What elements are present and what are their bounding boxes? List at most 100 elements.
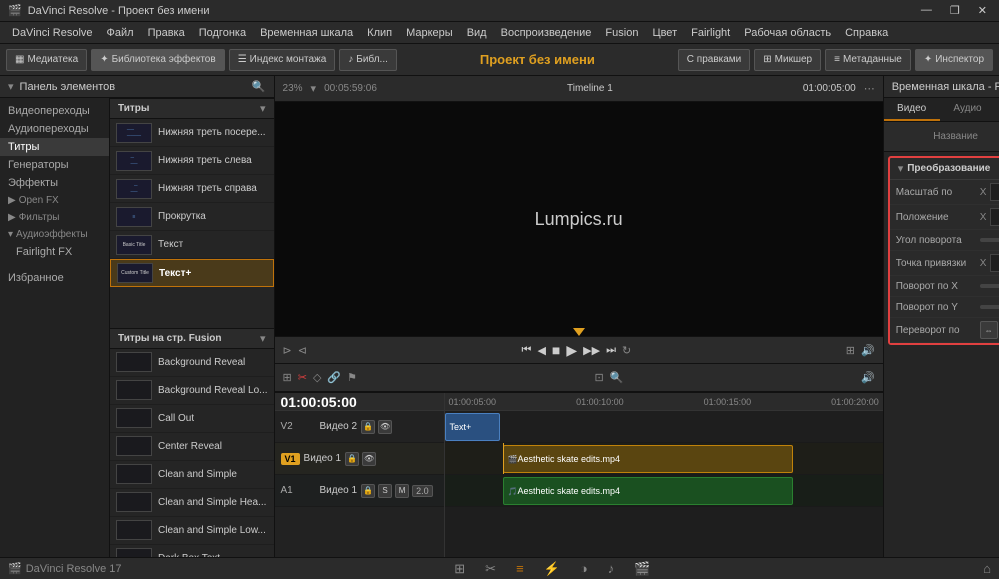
skip-start-icon[interactable]: ⏮: [522, 344, 532, 357]
pitch-slider[interactable]: [980, 284, 999, 288]
subtab-name[interactable]: Название: [890, 126, 999, 147]
fusion-item-centerreveal[interactable]: Center Reveal: [110, 433, 274, 461]
title-item-lower3right[interactable]: ─── Нижняя треть справа: [110, 175, 274, 203]
collapse-icon2[interactable]: ▾: [260, 332, 266, 345]
clip-icon[interactable]: ⊞: [846, 344, 855, 357]
tree-item-filters[interactable]: ▶ Фильтры: [0, 209, 109, 226]
track-visibility-icon[interactable]: 👁: [378, 420, 392, 434]
fusion-item-bgreveal[interactable]: Background Reveal: [110, 349, 274, 377]
fusion-item-clean[interactable]: Clean and Simple: [110, 461, 274, 489]
title-item-scroll[interactable]: ≡ Прокрутка: [110, 203, 274, 231]
clip-textplus[interactable]: Text+: [445, 413, 500, 441]
fusion-item-callout[interactable]: Call Out: [110, 405, 274, 433]
scale-x-input[interactable]: [990, 183, 999, 201]
mixer-button[interactable]: ⊞ Микшер: [754, 49, 821, 71]
rotation-slider[interactable]: [980, 238, 999, 242]
menu-playback[interactable]: Воспроизведение: [495, 25, 598, 41]
bibl-button[interactable]: ♪ Библ...: [339, 49, 397, 71]
link-icon[interactable]: 🔗: [327, 371, 341, 384]
tree-item-effects[interactable]: Эффекты: [0, 174, 109, 192]
minimize-button[interactable]: —: [917, 4, 936, 17]
anchor-x-input[interactable]: [990, 254, 999, 272]
menu-fairlight[interactable]: Fairlight: [685, 25, 736, 41]
more-icon[interactable]: ⋯: [864, 82, 875, 95]
cut-tool-icon[interactable]: ✂: [298, 371, 307, 384]
window-controls[interactable]: — ❐ ✕: [917, 4, 991, 17]
stop-icon[interactable]: ■: [552, 342, 560, 358]
menu-fit[interactable]: Подгонка: [193, 25, 252, 41]
tab-effects[interactable]: Эффекты: [995, 98, 999, 121]
track-a1-s-icon[interactable]: S: [378, 484, 392, 498]
track-a1-lock-icon[interactable]: 🔒: [361, 484, 375, 498]
transform-header[interactable]: ▾ Преобразование ◇ ◆: [890, 158, 999, 180]
track-a1-m-icon[interactable]: M: [395, 484, 409, 498]
tree-item-generators[interactable]: Генераторы: [0, 156, 109, 174]
audio-icon[interactable]: 🔊: [861, 344, 875, 357]
menu-edit[interactable]: Правка: [142, 25, 191, 41]
skip-end-icon[interactable]: ⏭: [606, 344, 616, 357]
title-item-lower3left[interactable]: ─── Нижняя треть слева: [110, 147, 274, 175]
clip-video[interactable]: 🎬 Aesthetic skate edits.mp4: [503, 445, 793, 473]
menu-markers[interactable]: Маркеры: [400, 25, 459, 41]
fairlight-nav-icon[interactable]: ♪: [608, 561, 615, 577]
prev-frame-icon[interactable]: ◀: [537, 344, 545, 357]
menu-file[interactable]: Файл: [101, 25, 140, 41]
corrections-button[interactable]: С правками: [678, 49, 750, 71]
fusion-item-clean-hea[interactable]: Clean and Simple Hea...: [110, 489, 274, 517]
fusion-nav-icon[interactable]: ⚡: [544, 561, 560, 577]
tree-item-titles[interactable]: Титры: [0, 138, 109, 156]
menu-clip[interactable]: Клип: [361, 25, 398, 41]
flag-icon[interactable]: ⚑: [347, 371, 357, 384]
tree-item-audio-transitions[interactable]: Аудиопереходы: [0, 120, 109, 138]
title-item-textplus[interactable]: Custom Title Текст+: [110, 259, 274, 287]
inspector-button[interactable]: ✦ Инспектор: [915, 49, 993, 71]
zoom-in-icon[interactable]: 🔍: [610, 371, 624, 384]
volume-icon[interactable]: 🔊: [861, 371, 875, 384]
yaw-slider[interactable]: [980, 305, 999, 309]
tree-item-favorites[interactable]: Избранное: [0, 269, 109, 287]
track-v1-eye-icon[interactable]: 👁: [362, 452, 376, 466]
track-lock-icon[interactable]: 🔒: [361, 420, 375, 434]
close-button[interactable]: ✕: [974, 4, 991, 17]
flip-h-icon[interactable]: ⇔: [980, 321, 998, 339]
cut-nav-icon[interactable]: ✂: [485, 561, 496, 577]
media-nav-icon[interactable]: ⊞: [454, 561, 465, 577]
position-x-input[interactable]: [990, 208, 999, 226]
collapse-icon[interactable]: ▾: [260, 102, 266, 115]
mark-in-icon[interactable]: ⊳: [283, 344, 292, 357]
color-nav-icon[interactable]: ◑: [580, 561, 588, 577]
title-item-text[interactable]: Basic Title Текст: [110, 231, 274, 259]
fusion-item-clean-low[interactable]: Clean and Simple Low...: [110, 517, 274, 545]
track-v1-lock-icon[interactable]: 🔒: [345, 452, 359, 466]
zoom-dropdown-icon[interactable]: ▾: [311, 82, 317, 95]
play-icon[interactable]: ▶: [566, 342, 577, 359]
tree-item-audiofx[interactable]: ▾ Аудиоэффекты: [0, 226, 109, 243]
loop-icon[interactable]: ↻: [622, 344, 631, 357]
edit-index-button[interactable]: ☰ Индекс монтажа: [229, 49, 336, 71]
metadata-button[interactable]: ≡ Метаданные: [825, 49, 911, 71]
mark-out-icon[interactable]: ⊲: [298, 344, 307, 357]
edit-nav-icon[interactable]: ≡: [516, 561, 524, 577]
fusion-item-bgreveal-lo[interactable]: Background Reveal Lo...: [110, 377, 274, 405]
menu-color[interactable]: Цвет: [646, 25, 683, 41]
menu-workspace[interactable]: Рабочая область: [738, 25, 837, 41]
deliver-nav-icon[interactable]: 🎬: [634, 561, 650, 577]
media-library-button[interactable]: ▦ Медиатека: [6, 49, 87, 71]
tree-item-fairlight[interactable]: Fairlight FX: [0, 243, 109, 261]
tab-audio[interactable]: Аудио: [940, 98, 996, 121]
next-frame-icon[interactable]: ▶▶: [583, 344, 600, 357]
menu-help[interactable]: Справка: [839, 25, 894, 41]
tree-item-video-transitions[interactable]: Видеопереходы: [0, 102, 109, 120]
menu-view[interactable]: Вид: [461, 25, 493, 41]
search-icon[interactable]: 🔍: [252, 80, 266, 93]
tab-video[interactable]: Видео: [884, 98, 940, 121]
clip-audio[interactable]: 🎵 Aesthetic skate edits.mp4: [503, 477, 793, 505]
razor-tool-icon[interactable]: ◇: [313, 371, 321, 384]
tree-item-openfx[interactable]: ▶ Open FX: [0, 192, 109, 209]
menu-fusion[interactable]: Fusion: [599, 25, 644, 41]
menu-timeline[interactable]: Временная шкала: [254, 25, 359, 41]
home-icon[interactable]: ⌂: [983, 561, 991, 576]
fusion-item-darkbox[interactable]: Dark Box Text: [110, 545, 274, 558]
select-tool-icon[interactable]: ⊞: [283, 371, 292, 384]
title-item-lower3center[interactable]: ────── Нижняя треть посере...: [110, 119, 274, 147]
